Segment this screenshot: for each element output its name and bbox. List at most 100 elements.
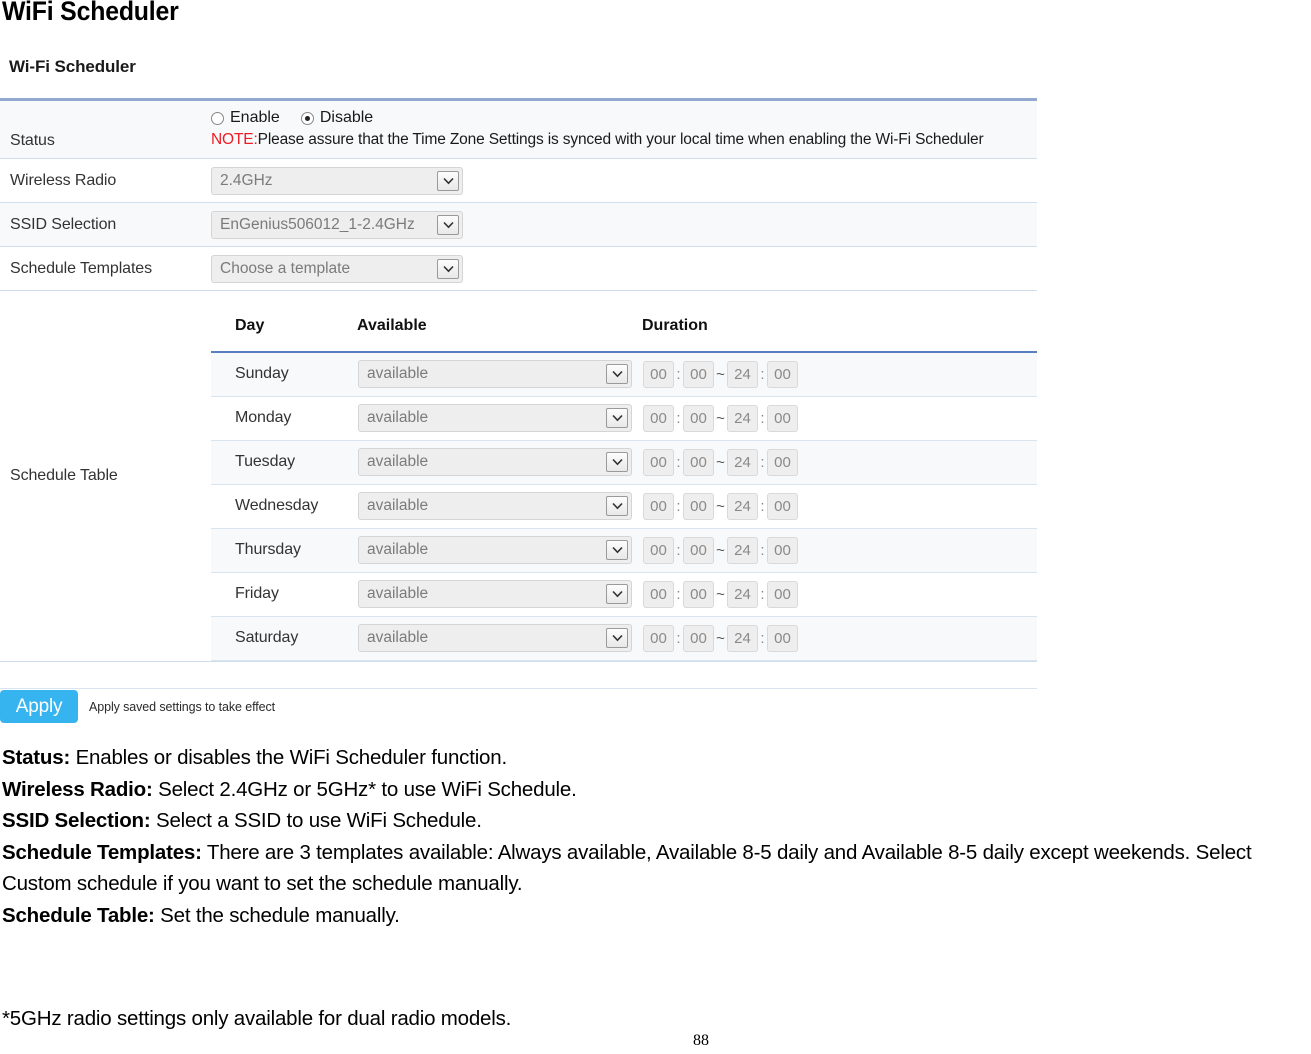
radio-enable[interactable]: [211, 111, 224, 125]
start-hour-input[interactable]: 00: [643, 492, 674, 520]
panel-heading: Wi-Fi Scheduler: [9, 57, 136, 76]
cell-day: Thursday: [211, 528, 357, 573]
availability-select[interactable]: available: [358, 536, 632, 564]
duration-group: 00:00 ~24:00: [643, 580, 1036, 608]
cell-day: Sunday: [211, 352, 357, 397]
apply-bar: Apply Apply saved settings to take effec…: [0, 688, 1037, 724]
availability-select[interactable]: available: [358, 448, 632, 476]
range-separator: ~: [716, 629, 725, 647]
availability-value: available: [367, 365, 429, 383]
start-minute-input[interactable]: 00: [683, 536, 714, 564]
time-separator: :: [676, 585, 681, 603]
range-separator: ~: [716, 409, 725, 427]
end-minute-input[interactable]: 00: [767, 624, 798, 652]
start-hour-input[interactable]: 00: [643, 624, 674, 652]
note-text: Please assure that the Time Zone Setting…: [257, 131, 984, 148]
note-prefix: NOTE:: [211, 131, 258, 148]
start-hour-input[interactable]: 00: [643, 580, 674, 608]
end-minute-input[interactable]: 00: [767, 404, 798, 432]
start-hour-input[interactable]: 00: [643, 360, 674, 388]
schedule-header-row: Day Available Duration: [211, 291, 1037, 353]
wireless-radio-select[interactable]: 2.4GHz: [211, 166, 463, 195]
schedule-templates-value: Choose a template: [220, 259, 351, 277]
description-item: SSID Selection: Select a SSID to use WiF…: [2, 805, 1311, 837]
availability-value: available: [367, 409, 429, 426]
table-row: Friday available 00:00 ~24:00: [211, 572, 1037, 617]
ssid-selection-label: SSID Selection: [10, 215, 117, 233]
schedule-templates-select[interactable]: Choose a template: [211, 254, 463, 283]
availability-select[interactable]: available: [358, 624, 632, 652]
cell-day: Wednesday: [211, 484, 357, 529]
cell-day: Saturday: [211, 616, 357, 661]
chevron-down-icon[interactable]: [606, 584, 628, 604]
start-minute-input[interactable]: 00: [683, 448, 714, 476]
status-note: NOTE:Please assure that the Time Zone Se…: [211, 130, 1017, 150]
schedule-templates-label: Schedule Templates: [10, 259, 152, 277]
end-hour-input[interactable]: 24: [727, 536, 758, 564]
start-minute-input[interactable]: 00: [683, 580, 714, 608]
radio-disable[interactable]: [300, 111, 314, 125]
duration-group: 00:00 ~24:00: [643, 624, 1036, 652]
chevron-down-icon[interactable]: [606, 452, 628, 472]
availability-value: available: [367, 497, 429, 514]
range-separator: ~: [716, 453, 725, 471]
end-minute-input[interactable]: 00: [767, 360, 798, 388]
end-minute-input[interactable]: 00: [767, 536, 798, 564]
description-term: SSID Selection:: [2, 809, 151, 832]
table-row: Wednesday available 00:00 ~24:00: [211, 484, 1037, 529]
col-header-day: Day: [211, 291, 357, 353]
time-separator: :: [676, 453, 681, 471]
settings-table: Status Enable Disable NOTE:Please assure…: [0, 98, 1037, 662]
end-hour-input[interactable]: 24: [727, 360, 758, 388]
chevron-down-icon[interactable]: [437, 170, 459, 191]
availability-value: available: [367, 585, 429, 602]
page-root: WiFi Scheduler Wi-Fi Scheduler Status En…: [0, 0, 1311, 1054]
start-hour-input[interactable]: 00: [643, 404, 674, 432]
chevron-down-icon[interactable]: [437, 258, 459, 279]
description-text: Set the schedule manually.: [154, 903, 400, 927]
chevron-down-icon[interactable]: [606, 364, 628, 385]
time-separator: :: [760, 365, 765, 383]
description-item: Schedule Table: Set the schedule manuall…: [2, 900, 1311, 932]
availability-select[interactable]: available: [358, 492, 632, 520]
radio-disable-label: Disable: [319, 109, 374, 126]
availability-select[interactable]: available: [358, 360, 632, 389]
ssid-selection-value: EnGenius506012_1-2.4GHz: [220, 215, 415, 233]
chevron-down-icon[interactable]: [437, 214, 459, 235]
chevron-down-icon[interactable]: [606, 496, 628, 516]
end-hour-input[interactable]: 24: [727, 492, 758, 520]
end-hour-input[interactable]: 24: [727, 448, 758, 476]
start-minute-input[interactable]: 00: [683, 360, 714, 388]
status-radio-group[interactable]: Enable Disable: [211, 108, 1031, 128]
schedule-table-label: Schedule Table: [10, 466, 118, 484]
end-minute-input[interactable]: 00: [767, 448, 798, 476]
end-hour-input[interactable]: 24: [727, 404, 758, 432]
description-list: Status: Enables or disables the WiFi Sch…: [2, 742, 1311, 931]
availability-select[interactable]: available: [358, 580, 632, 608]
ssid-selection-select[interactable]: EnGenius506012_1-2.4GHz: [211, 210, 463, 239]
time-separator: :: [760, 541, 765, 559]
end-hour-input[interactable]: 24: [727, 580, 758, 608]
description-item: Wireless Radio: Select 2.4GHz or 5GHz* t…: [2, 774, 1311, 806]
time-separator: :: [760, 453, 765, 471]
end-minute-input[interactable]: 00: [767, 580, 798, 608]
start-minute-input[interactable]: 00: [683, 404, 714, 432]
availability-select[interactable]: available: [358, 404, 632, 432]
description-term: Schedule Table:: [2, 903, 155, 927]
chevron-down-icon[interactable]: [606, 628, 628, 648]
start-hour-input[interactable]: 00: [643, 536, 674, 564]
end-minute-input[interactable]: 00: [767, 492, 798, 520]
chevron-down-icon[interactable]: [606, 540, 628, 560]
wireless-radio-label: Wireless Radio: [10, 171, 117, 189]
start-hour-input[interactable]: 00: [643, 448, 674, 476]
start-minute-input[interactable]: 00: [683, 624, 714, 652]
apply-button[interactable]: Apply: [0, 690, 78, 723]
chevron-down-icon[interactable]: [606, 408, 628, 428]
start-minute-input[interactable]: 00: [683, 492, 714, 520]
col-header-available: Available: [357, 291, 642, 353]
table-row: Tuesday available 00:00 ~24:00: [211, 440, 1037, 485]
description-term: Status:: [2, 746, 71, 769]
end-hour-input[interactable]: 24: [727, 624, 758, 652]
time-separator: :: [676, 497, 681, 515]
range-separator: ~: [716, 497, 725, 515]
